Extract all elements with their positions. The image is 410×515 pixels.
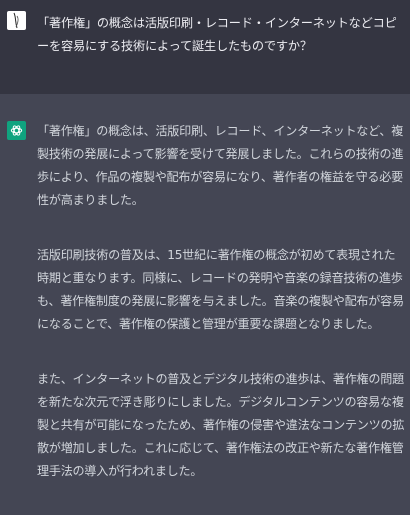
assistant-avatar [7, 121, 26, 140]
answer-paragraph-3: また、インターネットの普及とデジタル技術の進歩は、著作権の問題を新たな次元で浮き… [37, 372, 405, 478]
openai-logo-icon [10, 125, 23, 136]
assistant-message: 「著作権」の概念は、活版印刷、レコード、インターネットなど、複製技術の発展によっ… [37, 120, 407, 515]
user-avatar [7, 11, 26, 30]
answer-paragraph-1: 「著作権」の概念は、活版印刷、レコード、インターネットなど、複製技術の発展によっ… [37, 124, 404, 207]
user-avatar-drawing-icon [13, 12, 19, 29]
user-message: 「著作権」の概念は活版印刷・レコード・インターネットなどコピーを容易にする技術に… [0, 0, 410, 94]
answer-paragraph-2: 活版印刷技術の普及は、15世紀に著作権の概念が初めて表現された時期と重なります。… [37, 248, 404, 331]
user-message-text: 「著作権」の概念は活版印刷・レコード・インターネットなどコピーを容易にする技術に… [37, 16, 397, 53]
